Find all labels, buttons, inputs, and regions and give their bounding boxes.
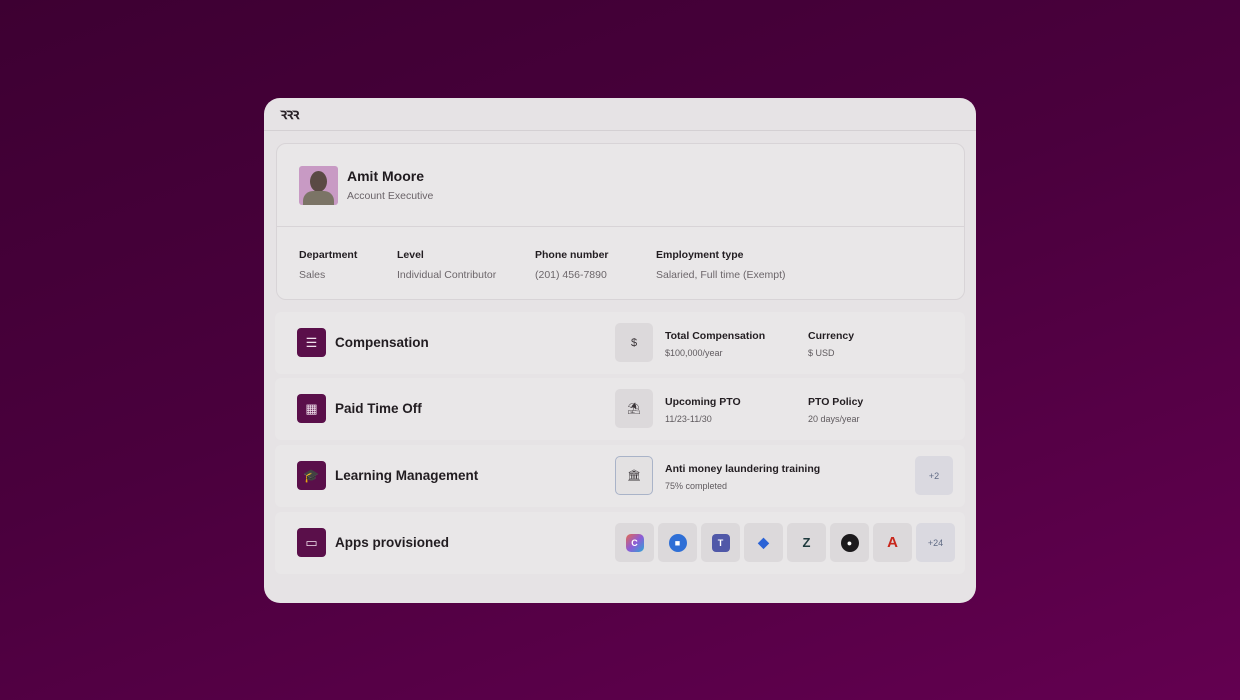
teams-icon[interactable]: T <box>701 523 740 562</box>
adobe-icon[interactable]: A <box>873 523 912 562</box>
section-title: Learning Management <box>335 468 479 483</box>
employee-title: Account Executive <box>347 190 434 202</box>
section-learning-management[interactable]: 🎓 Learning Management 🏛 Anti money laund… <box>275 445 965 507</box>
stat-upcoming-pto: Upcoming PTO 11/23-11/30 <box>665 396 741 424</box>
beach-icon: ⛱ <box>615 389 653 428</box>
dollar-circle-icon: $ <box>615 323 653 362</box>
top-bar: ꝛꝛꝛ <box>264 98 976 131</box>
stat-currency: Currency $ USD <box>808 330 855 358</box>
fact-phone: Phone number (201) 456-7890 <box>535 249 609 281</box>
zendesk-icon[interactable]: Z <box>787 523 826 562</box>
course-info: Anti money laundering training 75% compl… <box>665 463 821 491</box>
avatar <box>299 165 338 205</box>
bank-icon: 🏛 <box>615 456 653 495</box>
more-apps-badge[interactable]: +24 <box>916 523 955 562</box>
zoom-icon[interactable]: ■ <box>658 523 697 562</box>
profile-facts: Department Sales Level Individual Contri… <box>277 227 964 281</box>
profile-card: Amit Moore Account Executive Department … <box>276 143 965 300</box>
dropbox-icon[interactable]: ◆ <box>744 523 783 562</box>
coins-icon: ☰ <box>297 328 326 357</box>
calendar-icon: ▦ <box>297 394 326 423</box>
section-paid-time-off[interactable]: ▦ Paid Time Off ⛱ Upcoming PTO 11/23-11/… <box>275 378 965 440</box>
section-compensation[interactable]: ☰ Compensation $ Total Compensation $100… <box>275 312 965 374</box>
apps-list: C ■ T ◆ Z ● A +24 <box>615 523 955 562</box>
stat-pto-policy: PTO Policy 20 days/year <box>808 396 864 424</box>
copilot-icon[interactable]: C <box>615 523 654 562</box>
rippling-logo-icon[interactable]: ꝛꝛꝛ <box>280 104 299 124</box>
section-title: Compensation <box>335 335 429 350</box>
graduation-cap-icon: 🎓 <box>297 461 326 490</box>
stat-total-compensation: Total Compensation $100,000/year <box>665 330 766 358</box>
employee-window: ꝛꝛꝛ Amit Moore Account Executive Departm… <box>264 98 976 603</box>
profile-header: Amit Moore Account Executive <box>277 144 964 227</box>
fact-department: Department Sales <box>299 249 358 281</box>
more-courses-badge[interactable]: +2 <box>915 456 953 495</box>
employee-name: Amit Moore <box>347 168 424 184</box>
section-title: Paid Time Off <box>335 401 422 416</box>
fact-level: Level Individual Contributor <box>397 249 497 281</box>
laptop-icon: ▭ <box>297 528 326 557</box>
section-title: Apps provisioned <box>335 535 450 550</box>
github-icon[interactable]: ● <box>830 523 869 562</box>
fact-employment-type: Employment type Salaried, Full time (Exe… <box>656 249 786 281</box>
section-apps-provisioned[interactable]: ▭ Apps provisioned C ■ T ◆ Z ● A +24 <box>275 512 965 574</box>
